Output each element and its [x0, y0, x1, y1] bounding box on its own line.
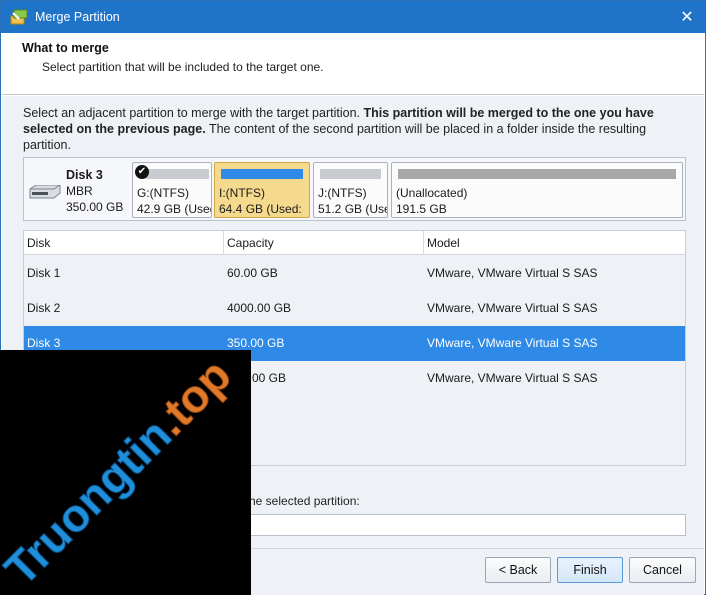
window-title: Merge Partition	[35, 10, 120, 24]
instructions-text: Select an adjacent partition to merge wi…	[23, 105, 683, 153]
partition-label: G:(NTFS)	[137, 186, 189, 200]
partition-label: I:(NTFS)	[219, 186, 265, 200]
instructions-part1: Select an adjacent partition to merge wi…	[23, 106, 364, 120]
partition-j[interactable]: J:(NTFS) 51.2 GB (Used:	[313, 162, 388, 218]
checkmark-icon: ✔	[135, 165, 149, 179]
cell-disk: Disk 1	[27, 266, 61, 280]
close-icon: ✕	[680, 9, 694, 26]
cell-disk: Disk 2	[27, 301, 61, 315]
table-row[interactable]: Disk 2 4000.00 GB VMware, VMware Virtual…	[24, 291, 685, 326]
watermark-logo: Truongtin.top	[0, 350, 241, 595]
partition-detail: 51.2 GB (Used:	[318, 202, 387, 216]
cell-capacity: 60.00 GB	[227, 266, 278, 280]
partition-detail: 42.9 GB (Used:	[137, 202, 212, 216]
cell-model: VMware, VMware Virtual S SAS	[427, 266, 598, 280]
title-bar: Merge Partition ✕	[1, 1, 705, 33]
close-button[interactable]: ✕	[669, 1, 705, 33]
page-subtitle: Select partition that will be included t…	[42, 60, 324, 74]
cell-capacity: 00 GB	[252, 371, 287, 385]
partition-usage-bar	[398, 169, 676, 179]
finish-button[interactable]: Finish	[557, 557, 623, 583]
partition-label: (Unallocated)	[396, 186, 468, 200]
partition-g[interactable]: ✔ G:(NTFS) 42.9 GB (Used:	[132, 162, 212, 218]
partition-usage-bar	[221, 169, 303, 179]
page-title: What to merge	[22, 41, 109, 55]
back-button[interactable]: < Back	[485, 557, 551, 583]
column-header-capacity[interactable]: Capacity	[224, 231, 424, 255]
disk-type: MBR	[66, 184, 93, 198]
merge-partition-icon	[10, 9, 28, 25]
disk-size: 350.00 GB	[66, 200, 124, 214]
table-row[interactable]: Disk 1 60.00 GB VMware, VMware Virtual S…	[24, 256, 685, 291]
cell-capacity: 4000.00 GB	[227, 301, 292, 315]
partition-label: J:(NTFS)	[318, 186, 367, 200]
folder-name-label-text: f the selected partition:	[239, 494, 360, 508]
cell-model: VMware, VMware Virtual S SAS	[427, 371, 598, 385]
partition-i[interactable]: I:(NTFS) 64.4 GB (Used:	[214, 162, 310, 218]
column-header-disk[interactable]: Disk	[24, 231, 224, 255]
disk-name: Disk 3	[66, 168, 103, 182]
watermark-overlay: Truongtin.top	[0, 350, 251, 595]
svg-text:Truongtin.top: Truongtin.top	[0, 350, 241, 595]
partition-detail: 64.4 GB (Used:	[219, 202, 302, 216]
partition-unallocated[interactable]: (Unallocated) 191.5 GB	[391, 162, 683, 218]
column-header-model[interactable]: Model	[424, 231, 685, 255]
table-header: Disk Capacity Model	[24, 231, 685, 255]
wizard-header: What to merge Select partition that will…	[2, 33, 704, 95]
cancel-button[interactable]: Cancel	[629, 557, 696, 583]
partition-usage-bar	[145, 169, 209, 179]
partition-detail: 191.5 GB	[396, 202, 447, 216]
cell-model: VMware, VMware Virtual S SAS	[427, 336, 598, 350]
hard-disk-icon	[29, 185, 61, 199]
partition-usage-bar	[320, 169, 381, 179]
disk-map: Disk 3 MBR 350.00 GB ✔ G:(NTFS) 42.9 GB …	[23, 157, 686, 221]
cell-model: VMware, VMware Virtual S SAS	[427, 301, 598, 315]
